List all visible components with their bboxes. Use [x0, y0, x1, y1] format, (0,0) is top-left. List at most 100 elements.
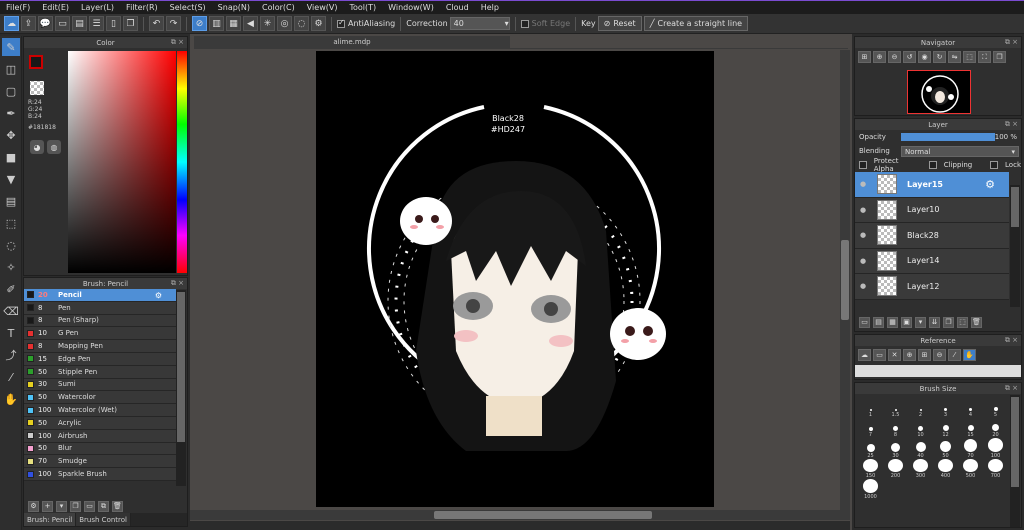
canvas-horizontal-scrollbar[interactable]	[190, 510, 850, 520]
export-icon[interactable]: ⇪	[21, 16, 36, 31]
antialiasing-toggle[interactable]: AntiAliasing	[337, 18, 395, 28]
zoom-fit-icon[interactable]: ⊞	[858, 51, 871, 63]
gear-icon[interactable]: ⚙	[985, 178, 995, 191]
menu-item[interactable]: Snap(N)	[212, 3, 256, 12]
brush-tool-icon[interactable]: ✎	[2, 38, 20, 56]
speech-bubble-icon[interactable]: 💬	[38, 16, 53, 31]
visibility-icon[interactable]: ●	[857, 180, 869, 188]
list-icon[interactable]: ☰	[89, 16, 104, 31]
redo-icon[interactable]: ↷	[166, 16, 181, 31]
brush-size-preset[interactable]: 4	[958, 397, 983, 418]
navigator-thumbnail[interactable]	[907, 70, 971, 114]
brush-item[interactable]: 50 Acrylic	[24, 416, 176, 430]
parallel-snap-icon[interactable]: ▥	[209, 16, 224, 31]
brush-size-preset[interactable]: 300	[908, 458, 933, 479]
lock-checkbox[interactable]	[990, 161, 999, 169]
brush-settings-icon[interactable]: ⚙	[28, 500, 39, 512]
layer-row[interactable]: ● Black28	[855, 223, 1009, 249]
tab-brush-pencil[interactable]: Brush: Pencil	[24, 513, 77, 526]
brush-item[interactable]: 70 Smudge	[24, 455, 176, 469]
brush-size-preset[interactable]: 15	[958, 418, 983, 438]
close-reference-icon[interactable]: ✕	[888, 349, 901, 361]
brush-size-preset[interactable]: 100	[983, 438, 1008, 459]
brush-size-preset[interactable]: 12	[933, 418, 958, 438]
brush-scrollbar[interactable]	[176, 290, 186, 486]
copy-brush-icon[interactable]: ❐	[70, 500, 81, 512]
layer-menu-icon[interactable]: ▾	[915, 316, 926, 328]
new-folder-icon[interactable]: ▣	[901, 316, 912, 328]
brush-size-scrollbar[interactable]	[1010, 395, 1020, 527]
brush-size-preset[interactable]: 30	[883, 438, 908, 459]
magic-wand-icon[interactable]: ✧	[2, 258, 20, 276]
brush-size-preset[interactable]: 8	[883, 418, 908, 438]
ref-hand-icon[interactable]: ✋	[963, 349, 976, 361]
hue-slider[interactable]	[177, 51, 187, 273]
ref-fit-icon[interactable]: ⊞	[918, 349, 931, 361]
snap-settings-icon[interactable]: ⚙	[311, 16, 326, 31]
open-reference-icon[interactable]: ▭	[873, 349, 886, 361]
brush-item[interactable]: 100 Sparkle Brush	[24, 468, 176, 481]
lasso-icon[interactable]: ◌	[2, 236, 20, 254]
new-color-layer-icon[interactable]: ▤	[873, 316, 884, 328]
menu-item[interactable]: Help	[475, 3, 505, 12]
rotate-right-icon[interactable]: ↻	[933, 51, 946, 63]
eyedropper-icon[interactable]: ⁄	[2, 368, 20, 386]
operation-icon[interactable]: ⤴	[2, 346, 20, 364]
panel-close-icon[interactable]: ⧉ ×	[171, 38, 184, 47]
duplicate-layer-icon[interactable]: ❐	[943, 316, 954, 328]
brush-size-preset[interactable]: 200	[883, 458, 908, 479]
menu-item[interactable]: View(V)	[301, 3, 344, 12]
brush-item[interactable]: 8 Mapping Pen	[24, 340, 176, 353]
menu-item[interactable]: Color(C)	[256, 3, 301, 12]
clipping-checkbox[interactable]	[928, 161, 937, 169]
brush-item[interactable]: 100 Airbrush	[24, 429, 176, 443]
select-pen-icon[interactable]: ✐	[2, 280, 20, 298]
brush-item[interactable]: 30 Sumi	[24, 378, 176, 392]
brush-item[interactable]: 15 Edge Pen	[24, 352, 176, 366]
visibility-icon[interactable]: ●	[857, 282, 869, 290]
menu-item[interactable]: Layer(L)	[75, 3, 120, 12]
layer-row[interactable]: ● Layer10	[855, 197, 1009, 223]
cloud-icon[interactable]: ☁	[4, 16, 19, 31]
transparent-color-swatch[interactable]	[30, 81, 44, 95]
brush-size-preset[interactable]: 700	[983, 458, 1008, 479]
menu-item[interactable]: Window(W)	[382, 3, 440, 12]
ref-zoom-out-icon[interactable]: ⊖	[933, 349, 946, 361]
radial-snap-icon[interactable]: ◀	[243, 16, 258, 31]
hand-tool-icon[interactable]: ✋	[2, 390, 20, 408]
layer-row[interactable]: ● Layer14	[855, 248, 1009, 274]
circle-snap-icon[interactable]: ◎	[277, 16, 292, 31]
add-brush-icon[interactable]: +	[42, 500, 53, 512]
layer-row[interactable]: ● Layer15 ⚙	[855, 172, 1009, 198]
palette-icon[interactable]: ◕	[30, 140, 44, 154]
duplicate-icon[interactable]: ⧉	[98, 500, 109, 512]
brush-size-preset[interactable]: 7	[858, 418, 883, 438]
brush-item[interactable]: 10 G Pen	[24, 327, 176, 341]
panel-close-icon[interactable]: ⧉ ×	[1005, 120, 1018, 129]
layer-mask-icon[interactable]: ⬚	[957, 316, 968, 328]
foreground-color-swatch[interactable]	[29, 55, 43, 69]
curve-snap-icon[interactable]: ◌	[294, 16, 309, 31]
grid-snap-icon[interactable]: ▦	[226, 16, 241, 31]
menu-item[interactable]: Select(S)	[164, 3, 212, 12]
move-tool-icon[interactable]: ✥	[2, 126, 20, 144]
color-picker-icon[interactable]: ◍	[47, 140, 61, 154]
artwork-canvas[interactable]: Black28 #HD247	[316, 51, 714, 507]
antialiasing-checkbox[interactable]	[337, 18, 345, 28]
menu-item[interactable]: Tool(T)	[343, 3, 382, 12]
zoom-in-icon[interactable]: ⊕	[873, 51, 886, 63]
brush-size-preset[interactable]: 150	[858, 458, 883, 479]
delete-layer-icon[interactable]: 🗑	[971, 316, 982, 328]
menu-item[interactable]: Cloud	[440, 3, 475, 12]
gradient-icon[interactable]: ▤	[2, 192, 20, 210]
select-icon[interactable]: ⬚	[2, 214, 20, 232]
brush-menu-icon[interactable]: ▾	[56, 500, 67, 512]
layer-row[interactable]: ● Layer12	[855, 274, 1009, 300]
brush-size-preset[interactable]: 25	[858, 438, 883, 459]
visibility-icon[interactable]: ●	[857, 257, 869, 265]
protect-alpha-checkbox[interactable]	[859, 161, 867, 169]
menu-item[interactable]: Edit(E)	[36, 3, 75, 12]
rotate-left-icon[interactable]: ↺	[903, 51, 916, 63]
correction-select[interactable]: 40 ▾	[449, 17, 510, 30]
pen-tool-icon[interactable]: ✒	[2, 104, 20, 122]
